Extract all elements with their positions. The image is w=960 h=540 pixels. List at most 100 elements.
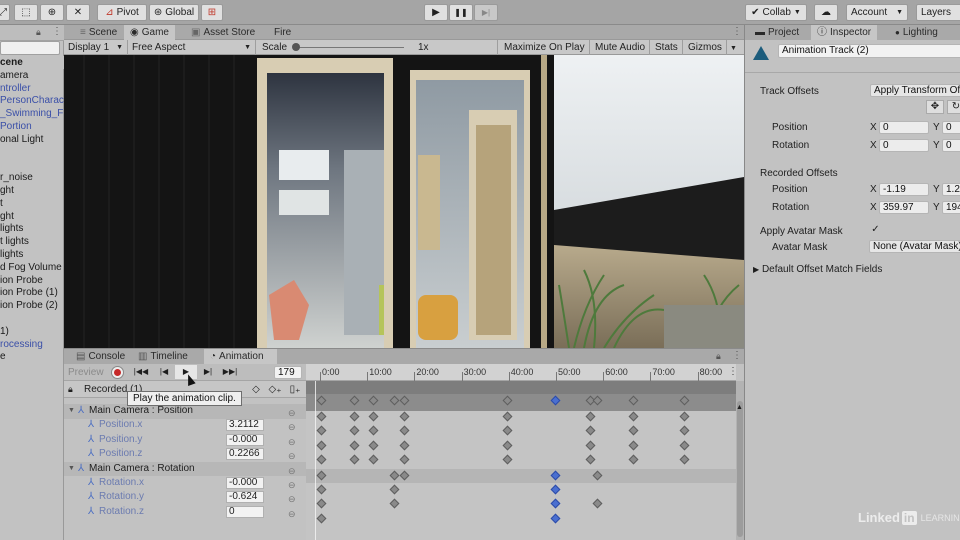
property-value-field[interactable]: -0.000 <box>226 433 264 446</box>
keyframe[interactable] <box>399 440 410 451</box>
pause-button[interactable]: ❚❚ <box>449 4 473 21</box>
keyframe[interactable] <box>349 440 360 451</box>
keyframe[interactable] <box>316 484 327 495</box>
property-group-row[interactable]: ▼ ⅄ Main Camera : Rotation ⊖ <box>64 461 306 477</box>
track-position-y-field[interactable]: 0 <box>942 121 960 134</box>
property-row[interactable]: ⅄ Rotation.z 0 ⊖ <box>64 505 306 520</box>
keyframe[interactable] <box>585 425 596 436</box>
hierarchy-item[interactable]: cene <box>0 56 64 69</box>
add-keyframe-button[interactable]: ◇ <box>247 382 265 397</box>
maximize-on-play-toggle[interactable]: Maximize On Play <box>500 40 590 55</box>
playhead[interactable] <box>315 381 316 540</box>
keyframe[interactable] <box>628 425 638 436</box>
hierarchy-item[interactable]: rocessing <box>0 338 64 351</box>
cloud-button[interactable]: ☁ <box>814 4 838 21</box>
layers-dropdown[interactable]: Layers <box>916 4 960 21</box>
tab-console[interactable]: ▤ Console <box>70 349 131 364</box>
aspect-dropdown[interactable]: Free Aspect ▼ <box>128 40 256 55</box>
keyframe[interactable] <box>349 425 360 436</box>
dopesheet[interactable] <box>306 411 736 540</box>
property-row[interactable]: ⅄ Rotation.x -0.000 ⊖ <box>64 476 306 491</box>
tab-asset-store[interactable]: ▣ Asset Store <box>185 25 261 40</box>
keyframe[interactable] <box>349 395 360 406</box>
foldout-arrow-icon[interactable]: ▼ <box>68 462 75 476</box>
last-keyframe-button[interactable]: ▶▶| <box>219 365 241 379</box>
property-value-field[interactable]: -0.000 <box>226 477 264 489</box>
hierarchy-item[interactable]: ion Probe (2) <box>0 299 64 312</box>
keyframe[interactable] <box>368 395 379 406</box>
keyframe[interactable] <box>628 440 638 451</box>
tab-lighting[interactable]: ● Lighting <box>889 25 944 40</box>
keyframe[interactable] <box>592 498 603 509</box>
keyframe[interactable] <box>316 425 327 436</box>
tab-timeline[interactable]: ▥ Timeline <box>132 349 194 364</box>
keyframe[interactable] <box>349 454 360 465</box>
timeline-ruler[interactable]: 0:00 10:00 20:00 30:00 40:00 50:00 60:00 70:00 8… <box>306 364 738 381</box>
keyframe[interactable] <box>592 395 603 406</box>
keyframe[interactable] <box>368 411 379 422</box>
hierarchy-item[interactable]: d Fog Volume <box>0 261 64 274</box>
keyframe[interactable] <box>550 395 561 406</box>
scale-slider-track[interactable] <box>294 47 404 48</box>
transform-tool-button[interactable]: ⊕ <box>40 4 64 21</box>
keyframe[interactable] <box>628 411 638 422</box>
more-options-icon[interactable]: ⋮ <box>732 350 742 361</box>
avatar-mask-field[interactable]: None (Avatar Mask) <box>869 240 960 253</box>
keyframe[interactable] <box>679 454 690 465</box>
keyframe[interactable] <box>502 454 513 465</box>
hierarchy-item[interactable]: 1) <box>0 325 64 338</box>
keyframe[interactable] <box>368 440 379 451</box>
move-gizmo-button[interactable]: ✥ <box>926 100 944 114</box>
keyframe[interactable] <box>550 513 561 524</box>
keyframe[interactable] <box>679 440 690 451</box>
hierarchy-item[interactable]: ntroller <box>0 82 64 95</box>
more-options-icon[interactable]: ⋮ <box>52 26 62 37</box>
hierarchy-item[interactable]: Portion <box>0 120 64 133</box>
more-options-icon[interactable]: ⋮ <box>728 366 738 377</box>
dopesheet-summary[interactable] <box>306 381 736 411</box>
play-button[interactable]: ▶ <box>424 4 448 21</box>
keyframe[interactable] <box>316 440 327 451</box>
keyframe[interactable] <box>389 498 400 509</box>
hierarchy-item[interactable]: PersonCharac <box>0 94 64 107</box>
stats-toggle[interactable]: Stats <box>651 40 683 55</box>
property-value-field[interactable]: 0.2266 <box>226 448 264 461</box>
keyframe[interactable] <box>628 454 638 465</box>
tab-fire[interactable]: Fire <box>268 25 297 40</box>
hierarchy-item[interactable]: ght <box>0 210 64 223</box>
recorded-position-x-field[interactable]: -1.19 <box>879 183 929 196</box>
keyframe[interactable] <box>368 425 379 436</box>
keyframe[interactable] <box>550 484 561 495</box>
keyframe[interactable] <box>316 513 327 524</box>
tab-project[interactable]: ▬ Project <box>749 25 805 40</box>
keyframe[interactable] <box>502 425 513 436</box>
keyframe[interactable] <box>550 498 561 509</box>
keyframe[interactable] <box>679 425 690 436</box>
tab-animation[interactable]: ◔ Animation <box>204 349 277 364</box>
keyframe[interactable] <box>585 454 596 465</box>
scale-slider-handle[interactable] <box>292 43 300 51</box>
apply-avatar-mask-checkbox[interactable]: ✓ <box>870 225 881 236</box>
keyframe[interactable] <box>502 411 513 422</box>
property-options-icon[interactable]: ⊖ <box>288 507 296 521</box>
more-options-icon[interactable]: ⋮ <box>732 26 742 37</box>
move-tool-button[interactable]: ⤢ <box>0 4 10 21</box>
next-keyframe-button[interactable]: ▶| <box>197 365 219 379</box>
lock-icon[interactable]: 🔒︎ <box>716 351 721 362</box>
tab-inspector[interactable]: ⓘ Inspector <box>811 25 878 40</box>
keyframe[interactable] <box>399 395 410 406</box>
rect-tool-button[interactable]: ⬚ <box>14 4 38 21</box>
keyframe[interactable] <box>316 411 327 422</box>
keyframe[interactable] <box>316 454 327 465</box>
hierarchy-item[interactable]: amera <box>0 69 64 82</box>
hierarchy-item[interactable]: _Swimming_F <box>0 107 64 120</box>
keyframe[interactable] <box>389 484 400 495</box>
display-dropdown[interactable]: Display 1 ▼ <box>64 40 128 55</box>
hierarchy-item[interactable]: ght <box>0 184 64 197</box>
add-event-button[interactable]: ◇₊ <box>265 382 285 397</box>
collab-button[interactable]: ✔ Collab ▼ <box>745 4 807 21</box>
property-value-field[interactable]: -0.624 <box>226 491 264 504</box>
keyframe[interactable] <box>679 411 690 422</box>
prev-keyframe-button[interactable]: |◀ <box>153 365 175 379</box>
keyframe[interactable] <box>679 395 690 406</box>
